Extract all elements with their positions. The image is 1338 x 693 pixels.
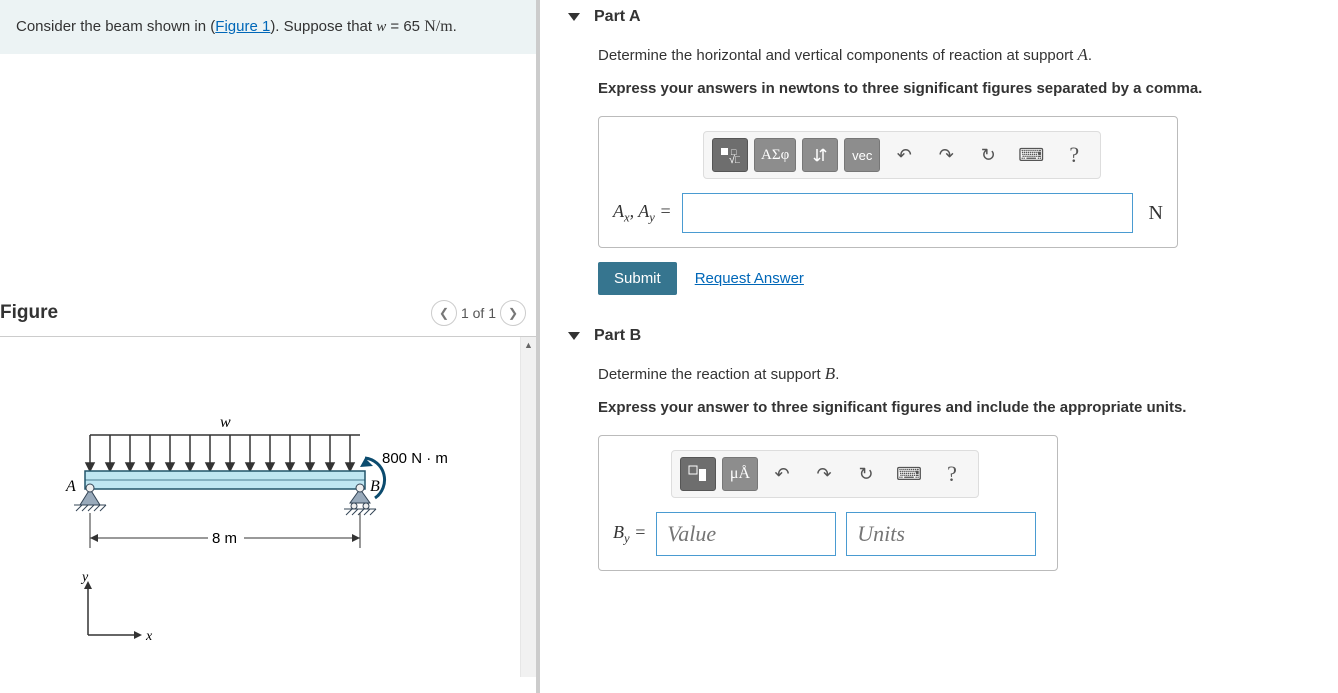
problem-statement: Consider the beam shown in (Figure 1). S…: [0, 0, 536, 54]
reset-button[interactable]: ↻: [848, 457, 884, 491]
support-a-label: A: [65, 478, 76, 495]
svg-text:√□: √□: [729, 154, 740, 164]
support-b-label: B: [370, 478, 380, 495]
templates-icon: [687, 465, 709, 483]
scroll-up-icon: ▲: [521, 337, 536, 353]
caret-down-icon: [568, 332, 580, 340]
part-a-bold-instruction: Express your answers in newtons to three…: [598, 78, 1310, 101]
part-a-title: Part A: [594, 8, 641, 26]
problem-var: w: [376, 19, 386, 35]
load-label: w: [220, 414, 231, 431]
keyboard-button[interactable]: [890, 457, 928, 491]
figure-pager: ❮ 1 of 1 ❯: [431, 300, 526, 326]
problem-prefix: Consider the beam shown in (: [16, 18, 215, 35]
part-a-input[interactable]: [682, 193, 1133, 233]
greek-button[interactable]: ΑΣφ: [754, 138, 796, 172]
part-a-equation-row: Ax, Ay = N: [613, 193, 1163, 233]
keyboard-button[interactable]: [1012, 138, 1050, 172]
reset-button[interactable]: ↻: [970, 138, 1006, 172]
subscript-button[interactable]: [802, 138, 838, 172]
part-a-content: Determine the horizontal and vertical co…: [568, 42, 1310, 319]
request-answer-link[interactable]: Request Answer: [695, 270, 804, 287]
part-a-submit-row: Submit Request Answer: [598, 262, 1310, 295]
pager-text: 1 of 1: [461, 305, 496, 321]
part-b-eq-label: By =: [613, 522, 646, 547]
undo-button[interactable]: ↶: [886, 138, 922, 172]
part-b-content: Determine the reaction at support B. Exp…: [568, 361, 1310, 595]
templates-icon: □√□: [720, 146, 740, 164]
problem-units: N/m: [424, 18, 452, 35]
figure-scrollbar[interactable]: ▲: [520, 337, 536, 677]
part-a-eq-label: Ax, Ay =: [613, 201, 672, 226]
part-b-value-input[interactable]: [656, 512, 836, 556]
figure-header: Figure ❮ 1 of 1 ❯: [0, 294, 536, 337]
part-b-title: Part B: [594, 327, 641, 345]
part-b-equation-row: By =: [613, 512, 1043, 556]
help-button[interactable]: ?: [934, 457, 970, 491]
undo-button[interactable]: ↶: [764, 457, 800, 491]
left-panel: Consider the beam shown in (Figure 1). S…: [0, 0, 540, 693]
beam-diagram: w: [60, 413, 460, 673]
span-label: 8 m: [212, 530, 237, 547]
templates-button[interactable]: [680, 457, 716, 491]
part-b-answer-box: μÅ ↶ ↷ ↻ ? By =: [598, 435, 1058, 571]
templates-button[interactable]: □√□: [712, 138, 748, 172]
caret-down-icon: [568, 13, 580, 21]
part-b-bold-instruction: Express your answer to three significant…: [598, 397, 1310, 420]
part-b-header[interactable]: Part B: [568, 319, 1310, 361]
vec-button[interactable]: vec: [844, 138, 880, 172]
problem-eq: = 65: [386, 18, 424, 35]
redo-button[interactable]: ↷: [806, 457, 842, 491]
part-a-unit: N: [1143, 202, 1163, 225]
part-b-units-input[interactable]: [846, 512, 1036, 556]
units-button[interactable]: μÅ: [722, 457, 758, 491]
problem-period: .: [453, 18, 457, 35]
part-a-instruction: Determine the horizontal and vertical co…: [598, 42, 1310, 68]
axis-x-label: x: [145, 629, 153, 644]
load-arrows: [86, 435, 354, 471]
redo-button[interactable]: ↷: [928, 138, 964, 172]
pager-prev-button[interactable]: ❮: [431, 300, 457, 326]
part-a-answer-box: □√□ ΑΣφ vec ↶ ↷ ↻ ? Ax, Ay = N: [598, 116, 1178, 248]
part-b-toolbar: μÅ ↶ ↷ ↻ ?: [671, 450, 979, 498]
right-panel: Part A Determine the horizontal and vert…: [540, 0, 1338, 693]
part-a-header[interactable]: Part A: [568, 0, 1310, 42]
moment-label: 800 N · m: [382, 450, 448, 467]
part-a-toolbar: □√□ ΑΣφ vec ↶ ↷ ↻ ?: [703, 131, 1101, 179]
problem-suffix: ). Suppose that: [270, 18, 376, 35]
help-button[interactable]: ?: [1056, 138, 1092, 172]
figure-link[interactable]: Figure 1: [215, 18, 270, 35]
figure-title: Figure: [0, 302, 58, 324]
pager-next-button[interactable]: ❯: [500, 300, 526, 326]
submit-button[interactable]: Submit: [598, 262, 677, 295]
arrows-icon: [812, 147, 828, 163]
part-b-instruction: Determine the reaction at support B.: [598, 361, 1310, 387]
figure-body: ▲ w: [0, 337, 536, 677]
